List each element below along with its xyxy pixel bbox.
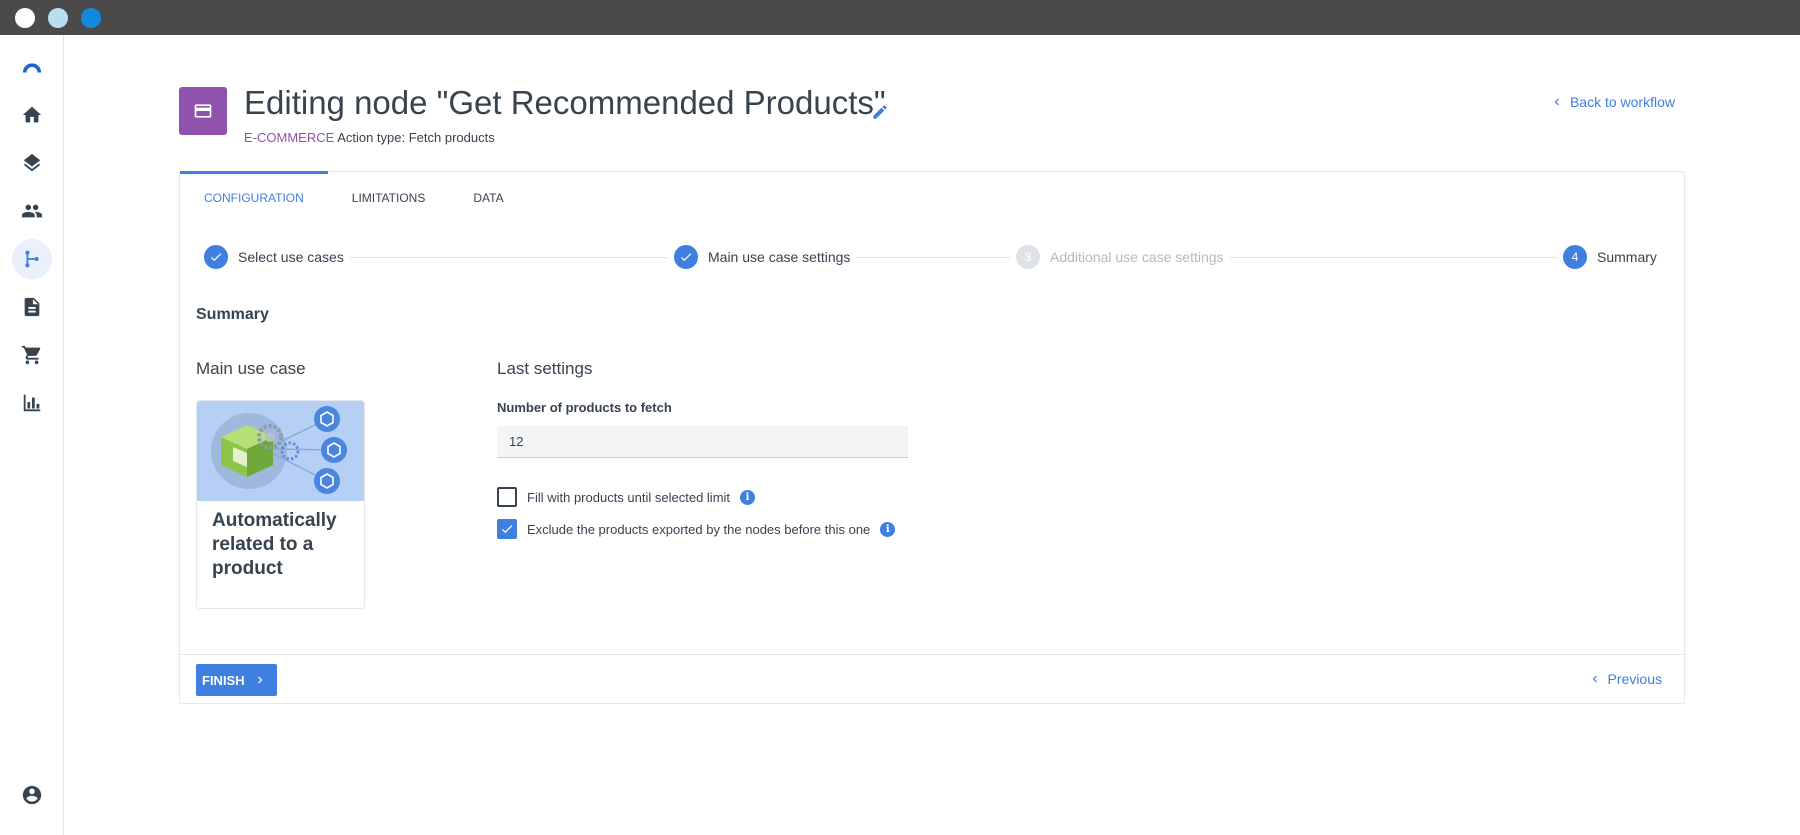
chevron-right-icon bbox=[257, 676, 262, 684]
check-icon bbox=[204, 245, 228, 269]
info-icon[interactable]: i bbox=[880, 521, 896, 537]
step-label: Additional use case settings bbox=[1050, 249, 1224, 265]
fill-products-checkbox[interactable] bbox=[497, 487, 517, 507]
category-label: E-COMMERCE bbox=[244, 130, 335, 145]
card-footer: FINISH Previous bbox=[180, 654, 1684, 704]
window-close-button[interactable] bbox=[15, 8, 35, 28]
back-to-workflow-link[interactable]: Back to workflow bbox=[1550, 94, 1675, 110]
info-icon[interactable]: i bbox=[740, 489, 756, 505]
exclude-products-checkbox[interactable] bbox=[497, 519, 517, 539]
tab-bar: CONFIGURATION LIMITATIONS DATA bbox=[180, 171, 528, 222]
stepper: Select use cases Main use case settings … bbox=[204, 245, 1661, 269]
main-use-case-title: Main use case bbox=[196, 359, 306, 378]
step-label: Summary bbox=[1597, 249, 1657, 265]
window-minimize-button[interactable] bbox=[48, 8, 68, 28]
window-titlebar bbox=[0, 0, 1800, 35]
last-settings-title: Last settings bbox=[497, 359, 593, 378]
step-select-use-cases[interactable]: Select use cases bbox=[204, 245, 350, 269]
related-products-icon bbox=[211, 406, 347, 494]
cart-icon[interactable] bbox=[12, 335, 52, 375]
check-icon bbox=[674, 245, 698, 269]
action-type-label: Action type: Fetch products bbox=[337, 130, 495, 145]
tab-configuration[interactable]: CONFIGURATION bbox=[180, 171, 328, 222]
node-subtitle: E-COMMERCE Action type: Fetch products bbox=[244, 130, 495, 145]
back-to-workflow-label: Back to workflow bbox=[1569, 94, 1675, 110]
check-icon bbox=[501, 525, 513, 534]
layers-icon[interactable] bbox=[12, 143, 52, 183]
step-main-use-case-settings[interactable]: Main use case settings bbox=[668, 245, 857, 269]
home-icon[interactable] bbox=[12, 95, 52, 135]
account-icon[interactable] bbox=[12, 775, 52, 815]
node-editor-card: CONFIGURATION LIMITATIONS DATA Select us… bbox=[179, 171, 1685, 704]
step-label: Main use case settings bbox=[708, 249, 851, 265]
step-number: 3 bbox=[1016, 245, 1040, 269]
step-additional-use-case-settings: 3 Additional use case settings bbox=[1010, 245, 1230, 269]
products-count-input[interactable] bbox=[497, 426, 908, 458]
step-summary[interactable]: 4 Summary bbox=[1557, 245, 1657, 269]
page-title: Editing node "Get Recommended Products" bbox=[244, 84, 886, 121]
tab-limitations[interactable]: LIMITATIONS bbox=[328, 172, 450, 222]
section-title: Summary bbox=[196, 306, 269, 323]
fill-products-option: Fill with products until selected limit … bbox=[497, 487, 756, 507]
logo-icon[interactable] bbox=[12, 47, 52, 87]
workflow-icon[interactable] bbox=[12, 239, 52, 279]
chevron-left-icon bbox=[1592, 675, 1597, 683]
edit-pencil-icon[interactable] bbox=[871, 103, 889, 121]
tab-data[interactable]: DATA bbox=[449, 172, 527, 222]
products-count-label: Number of products to fetch bbox=[497, 400, 672, 415]
previous-button[interactable]: Previous bbox=[1588, 671, 1662, 687]
step-label: Select use cases bbox=[238, 249, 344, 265]
previous-label: Previous bbox=[1607, 671, 1662, 687]
people-icon[interactable] bbox=[12, 191, 52, 231]
use-case-card[interactable]: Automatically related to a product bbox=[196, 400, 365, 609]
window-maximize-button[interactable] bbox=[81, 8, 101, 28]
exclude-products-option: Exclude the products exported by the nod… bbox=[497, 519, 896, 539]
chevron-left-icon bbox=[1554, 98, 1559, 106]
stepper-line bbox=[344, 257, 1644, 258]
step-number: 4 bbox=[1563, 245, 1587, 269]
sidebar bbox=[0, 35, 64, 835]
fill-products-label: Fill with products until selected limit bbox=[527, 489, 731, 505]
use-case-illustration bbox=[197, 401, 364, 501]
document-icon[interactable] bbox=[12, 287, 52, 327]
finish-button-label: FINISH bbox=[202, 672, 245, 688]
finish-button[interactable]: FINISH bbox=[196, 664, 277, 696]
bar-chart-icon[interactable] bbox=[12, 383, 52, 423]
use-case-label: Automatically related to a product bbox=[212, 510, 337, 579]
node-type-icon bbox=[179, 87, 227, 135]
exclude-products-label: Exclude the products exported by the nod… bbox=[527, 521, 871, 537]
